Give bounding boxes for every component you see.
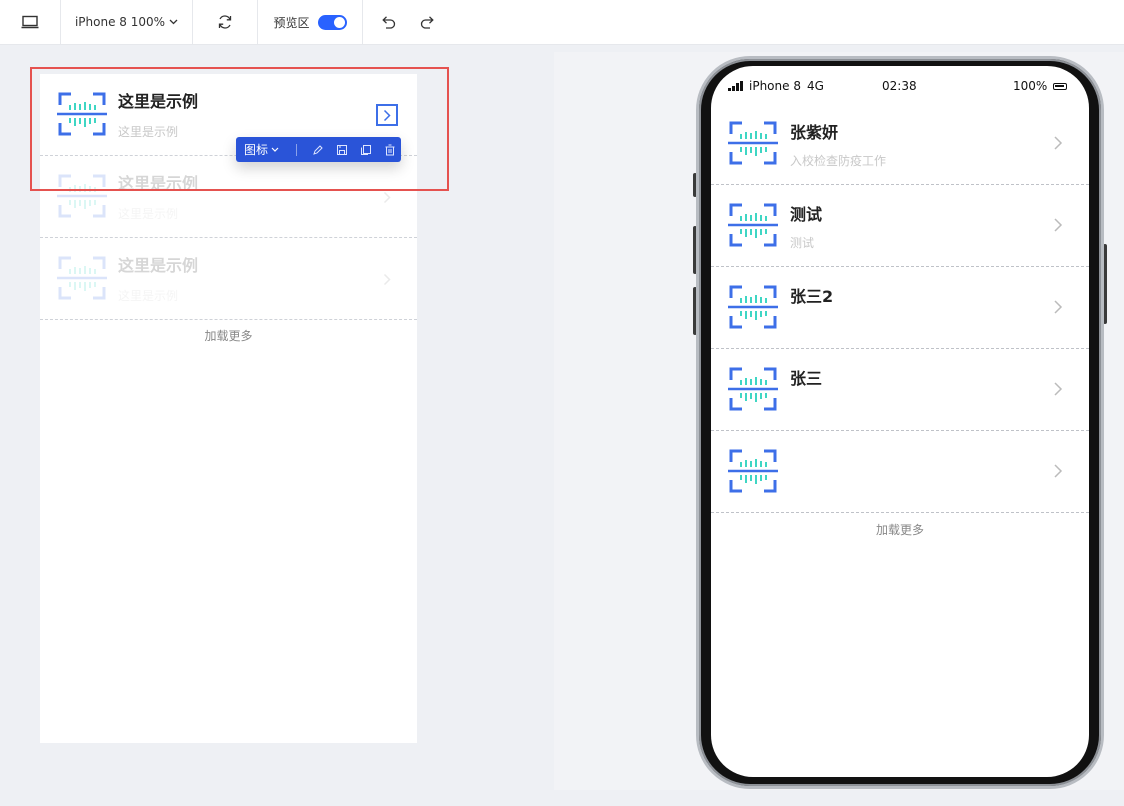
- item-subtitle: 入校检查防疫工作: [790, 154, 887, 168]
- item-subtitle: 这里是示例: [118, 289, 179, 303]
- list-item[interactable]: 测试 测试: [711, 185, 1089, 267]
- load-more-link[interactable]: 加载更多: [40, 327, 417, 344]
- preview-label: 预览区: [273, 15, 310, 30]
- top-toolbar: iPhone 8 100% 预览区: [0, 0, 1124, 45]
- history-controls: [363, 0, 453, 44]
- scan-icon: [728, 449, 778, 493]
- battery-percent: 100%: [1013, 79, 1048, 93]
- item-title: 这里是示例: [118, 174, 199, 193]
- chevron-right-icon[interactable]: [1051, 381, 1065, 397]
- list-item[interactable]: 这里是示例 这里是示例: [40, 156, 417, 238]
- signal-icon: [728, 81, 743, 91]
- carrier-label: iPhone 8: [749, 79, 801, 93]
- toolbar-divider: [296, 143, 297, 156]
- chevron-right-icon[interactable]: [1051, 135, 1065, 151]
- component-type-label: 图标: [244, 143, 269, 157]
- scan-icon: [57, 256, 107, 300]
- laptop-icon: [21, 15, 39, 29]
- status-time: 02:38: [882, 79, 917, 93]
- phone-screen: iPhone 8 4G 02:38 100% 张紫妍 入校检查防疫工作 测试 测…: [711, 66, 1089, 777]
- scan-icon: [57, 92, 107, 136]
- battery-icon: [1053, 82, 1068, 90]
- preview-list: 张紫妍 入校检查防疫工作 测试 测试 张三2 张三 加载更多: [711, 103, 1089, 538]
- scan-icon: [728, 121, 778, 165]
- device-select[interactable]: iPhone 8 100%: [61, 0, 193, 44]
- chevron-down-icon: [271, 147, 279, 152]
- refresh-icon: [218, 15, 232, 29]
- scan-icon: [728, 367, 778, 411]
- chevron-right-icon[interactable]: [1051, 463, 1065, 479]
- save-icon[interactable]: [335, 143, 349, 157]
- list-item[interactable]: 张三2: [711, 267, 1089, 349]
- list-item[interactable]: 这里是示例 这里是示例: [40, 238, 417, 320]
- item-title: 这里是示例: [118, 92, 199, 111]
- status-left: iPhone 8 4G: [728, 79, 824, 93]
- chevron-right-icon[interactable]: [1051, 299, 1065, 315]
- item-title: 这里是示例: [118, 256, 199, 275]
- item-title: 测试: [790, 205, 823, 224]
- item-title: 张紫妍: [790, 123, 839, 142]
- list-item[interactable]: [711, 431, 1089, 513]
- item-title: 张三2: [790, 287, 834, 306]
- chevron-down-icon: [169, 19, 178, 25]
- list-item[interactable]: 张三: [711, 349, 1089, 431]
- item-subtitle: 测试: [790, 236, 815, 250]
- network-label: 4G: [806, 79, 824, 93]
- editor-canvas[interactable]: 这里是示例 这里是示例 这里是示例 这里是示例 这里是示例 这里是示例 加载更多: [40, 74, 417, 743]
- chevron-right-icon[interactable]: [1051, 217, 1065, 233]
- preview-toggle[interactable]: [317, 14, 347, 30]
- status-right: 100%: [1013, 79, 1068, 93]
- scan-icon: [728, 285, 778, 329]
- edit-icon[interactable]: [311, 143, 325, 157]
- redo-icon[interactable]: [420, 15, 436, 29]
- item-title: 张三: [790, 369, 823, 388]
- component-toolbar: 图标: [236, 137, 401, 162]
- scan-icon: [728, 203, 778, 247]
- desktop-view-button[interactable]: [0, 0, 61, 44]
- load-more-link[interactable]: 加载更多: [711, 521, 1089, 538]
- copy-icon[interactable]: [359, 143, 373, 157]
- component-type-select[interactable]: 图标: [236, 141, 294, 158]
- list-item[interactable]: 张紫妍 入校检查防疫工作: [711, 103, 1089, 185]
- preview-toggle-group: 预览区: [258, 0, 363, 44]
- refresh-button[interactable]: [193, 0, 258, 44]
- device-label: iPhone 8 100%: [74, 15, 166, 29]
- status-bar: iPhone 8 4G 02:38 100%: [711, 66, 1089, 106]
- chevron-right-icon[interactable]: [376, 104, 398, 126]
- chevron-right-icon[interactable]: [376, 186, 398, 208]
- item-subtitle: 这里是示例: [118, 125, 179, 139]
- scan-icon: [57, 174, 107, 218]
- component-actions: [311, 143, 397, 157]
- chevron-right-icon[interactable]: [376, 268, 398, 290]
- delete-icon[interactable]: [383, 143, 397, 157]
- item-subtitle: 这里是示例: [118, 207, 179, 221]
- undo-icon[interactable]: [380, 15, 396, 29]
